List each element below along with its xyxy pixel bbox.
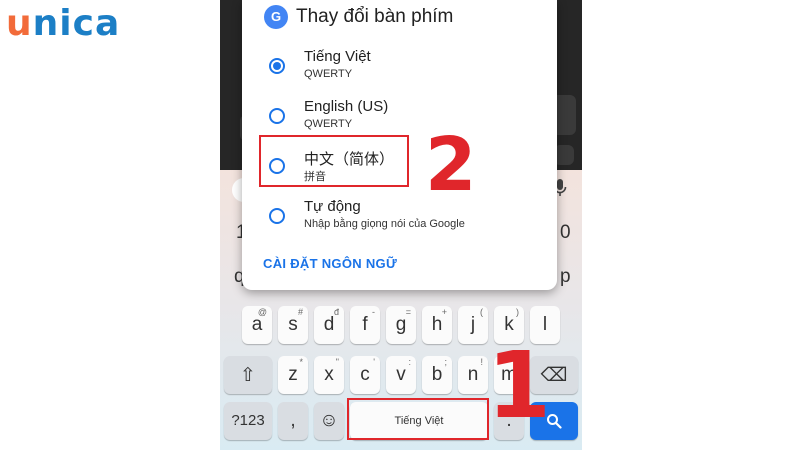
key-b[interactable]: b ; xyxy=(422,356,452,394)
dimmed-element xyxy=(554,145,574,165)
logo-letter: i xyxy=(59,3,73,44)
option-sublabel: QWERTY xyxy=(304,118,353,130)
radio-button[interactable] xyxy=(269,208,285,224)
key-h[interactable]: h + xyxy=(422,306,452,344)
key-p[interactable]: p xyxy=(560,266,571,288)
symbols-key[interactable]: ?123 xyxy=(224,402,272,440)
gboard-g-icon: G xyxy=(264,5,288,29)
shift-key[interactable]: ⇧ xyxy=(224,356,272,394)
key-g[interactable]: g = xyxy=(386,306,416,344)
key-j[interactable]: j ( xyxy=(458,306,488,344)
option-sublabel: Nhập bằng giọng nói của Google xyxy=(304,218,465,230)
emoji-icon: ☺ xyxy=(319,410,339,431)
key-f[interactable]: f - xyxy=(350,306,380,344)
key-z[interactable]: z * xyxy=(278,356,308,394)
emoji-key[interactable]: ☺ xyxy=(314,402,344,440)
unica-logo: u n i c a xyxy=(6,2,120,44)
key-d[interactable]: d đ xyxy=(314,306,344,344)
option-auto[interactable]: Tự động Nhập bằng giọng nói của Google xyxy=(242,196,557,246)
logo-letter: n xyxy=(32,3,60,44)
key-a[interactable]: a @ xyxy=(242,306,272,344)
option-tieng-viet[interactable]: Tiếng Việt QWERTY xyxy=(242,46,557,96)
radio-button[interactable] xyxy=(269,108,285,124)
annotation-number-1: 1 xyxy=(487,332,552,439)
logo-letter: c xyxy=(72,3,95,44)
radio-button[interactable] xyxy=(269,58,285,74)
logo-letter: a xyxy=(94,3,121,44)
option-label: Tiếng Việt xyxy=(304,48,371,65)
option-sublabel: QWERTY xyxy=(304,68,353,80)
annotation-number-2: 2 xyxy=(425,122,477,208)
comma-key[interactable]: , xyxy=(278,402,308,440)
highlight-box-space-bar xyxy=(347,398,489,440)
option-label: English (US) xyxy=(304,98,389,115)
dialog-title: Thay đổi bàn phím xyxy=(296,6,454,27)
key-x[interactable]: x " xyxy=(314,356,344,394)
option-label: Tự động xyxy=(304,198,361,215)
key-v[interactable]: v : xyxy=(386,356,416,394)
key-c[interactable]: c ' xyxy=(350,356,380,394)
key-0[interactable]: 0 xyxy=(560,222,571,244)
highlight-box-chinese xyxy=(259,135,409,187)
language-settings-link[interactable]: CÀI ĐẶT NGÔN NGỮ xyxy=(263,256,397,271)
key-n[interactable]: n ! xyxy=(458,356,488,394)
shift-icon: ⇧ xyxy=(240,365,256,386)
logo-letter: u xyxy=(6,3,33,44)
key-s[interactable]: s # xyxy=(278,306,308,344)
